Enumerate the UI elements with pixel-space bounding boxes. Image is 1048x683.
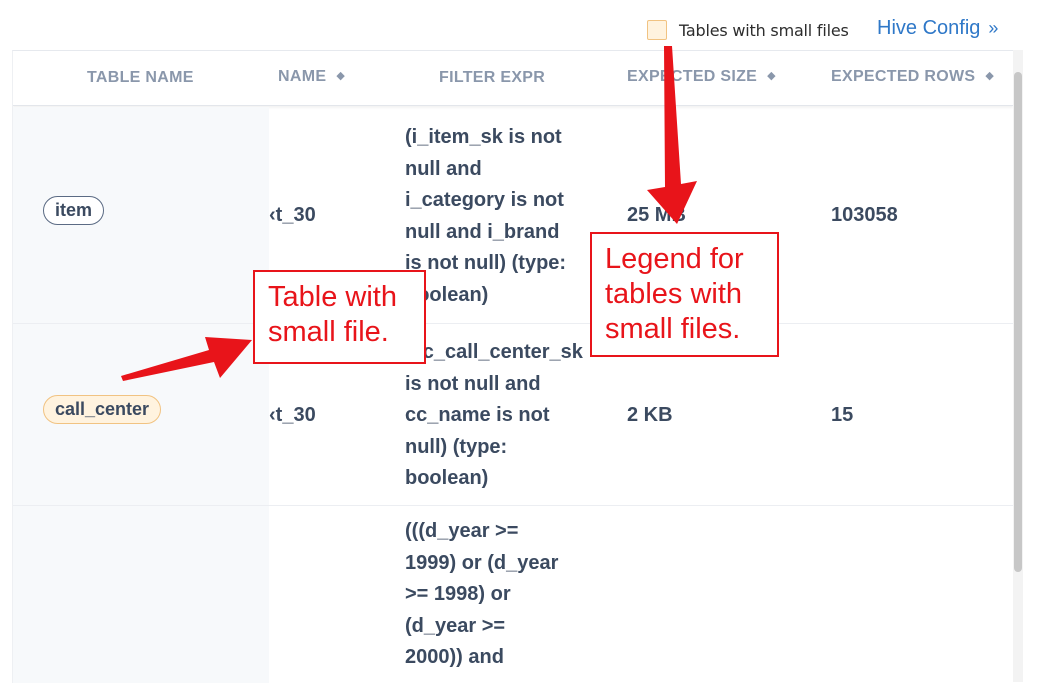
name-cell: ‹t_30	[269, 404, 316, 426]
table-name-pill[interactable]: call_center	[43, 395, 162, 424]
name-cell: ‹t_30	[269, 204, 316, 226]
pinned-column	[13, 506, 269, 683]
column-header-name[interactable]: NAME ◆	[278, 68, 345, 86]
table-row[interactable]: call_center ‹t_30 (cc_call_center_sk is …	[13, 324, 1013, 506]
double-chevron-right-icon[interactable]: »	[988, 18, 998, 38]
vertical-scrollbar[interactable]	[1013, 50, 1023, 682]
scrollbar-thumb[interactable]	[1014, 72, 1022, 572]
small-files-legend-label: Tables with small files	[679, 21, 849, 40]
toolbar: Tables with small files Hive Config »	[0, 0, 1048, 52]
sort-icon[interactable]: ◆	[767, 70, 776, 82]
table-row[interactable]: (((d_year >= 1999) or (d_year >= 1998) o…	[13, 506, 1013, 683]
column-header-expected-size[interactable]: EXPECTED SIZE ◆	[627, 68, 776, 86]
sort-icon[interactable]: ◆	[336, 70, 345, 82]
expected-size-cell: 2 KB	[627, 404, 673, 426]
column-header-expected-rows-label[interactable]: EXPECTED ROWS	[831, 68, 975, 85]
column-header-expected-size-label[interactable]: EXPECTED SIZE	[627, 68, 757, 85]
column-header-name-label[interactable]: NAME	[278, 68, 326, 85]
small-files-legend-swatch	[647, 20, 667, 40]
expected-size-cell: 25 MB	[627, 204, 686, 226]
filter-expr-cell: (((d_year >= 1999) or (d_year >= 1998) o…	[405, 520, 559, 668]
column-header-filter-expr: FILTER EXPR	[439, 69, 546, 86]
filter-expr-cell: (cc_call_center_sk is not null and cc_na…	[405, 341, 583, 489]
table-name-pill[interactable]: item	[43, 196, 105, 225]
column-header-expected-rows[interactable]: EXPECTED ROWS ◆	[831, 68, 994, 86]
hive-config-link[interactable]: Hive Config »	[877, 17, 998, 40]
filter-expr-cell: (i_item_sk is not null and i_category is…	[405, 126, 567, 306]
tables-table: TABLE NAME NAME ◆ FILTER EXPR EXPECTED SI…	[12, 50, 1013, 683]
expected-rows-cell: 103058	[831, 204, 898, 226]
table-row[interactable]: item ‹t_30 (i_item_sk is not null and i_…	[13, 107, 1013, 324]
table-callout: Table with small file.	[253, 270, 426, 364]
column-header-table-name: TABLE NAME	[87, 69, 194, 86]
hive-config-label[interactable]: Hive Config	[877, 17, 980, 39]
table-header: TABLE NAME NAME ◆ FILTER EXPR EXPECTED SI…	[13, 51, 1013, 106]
expected-rows-cell: 15	[831, 404, 854, 426]
sort-icon[interactable]: ◆	[985, 70, 994, 82]
legend-callout: Legend for tables with small files.	[590, 232, 779, 357]
